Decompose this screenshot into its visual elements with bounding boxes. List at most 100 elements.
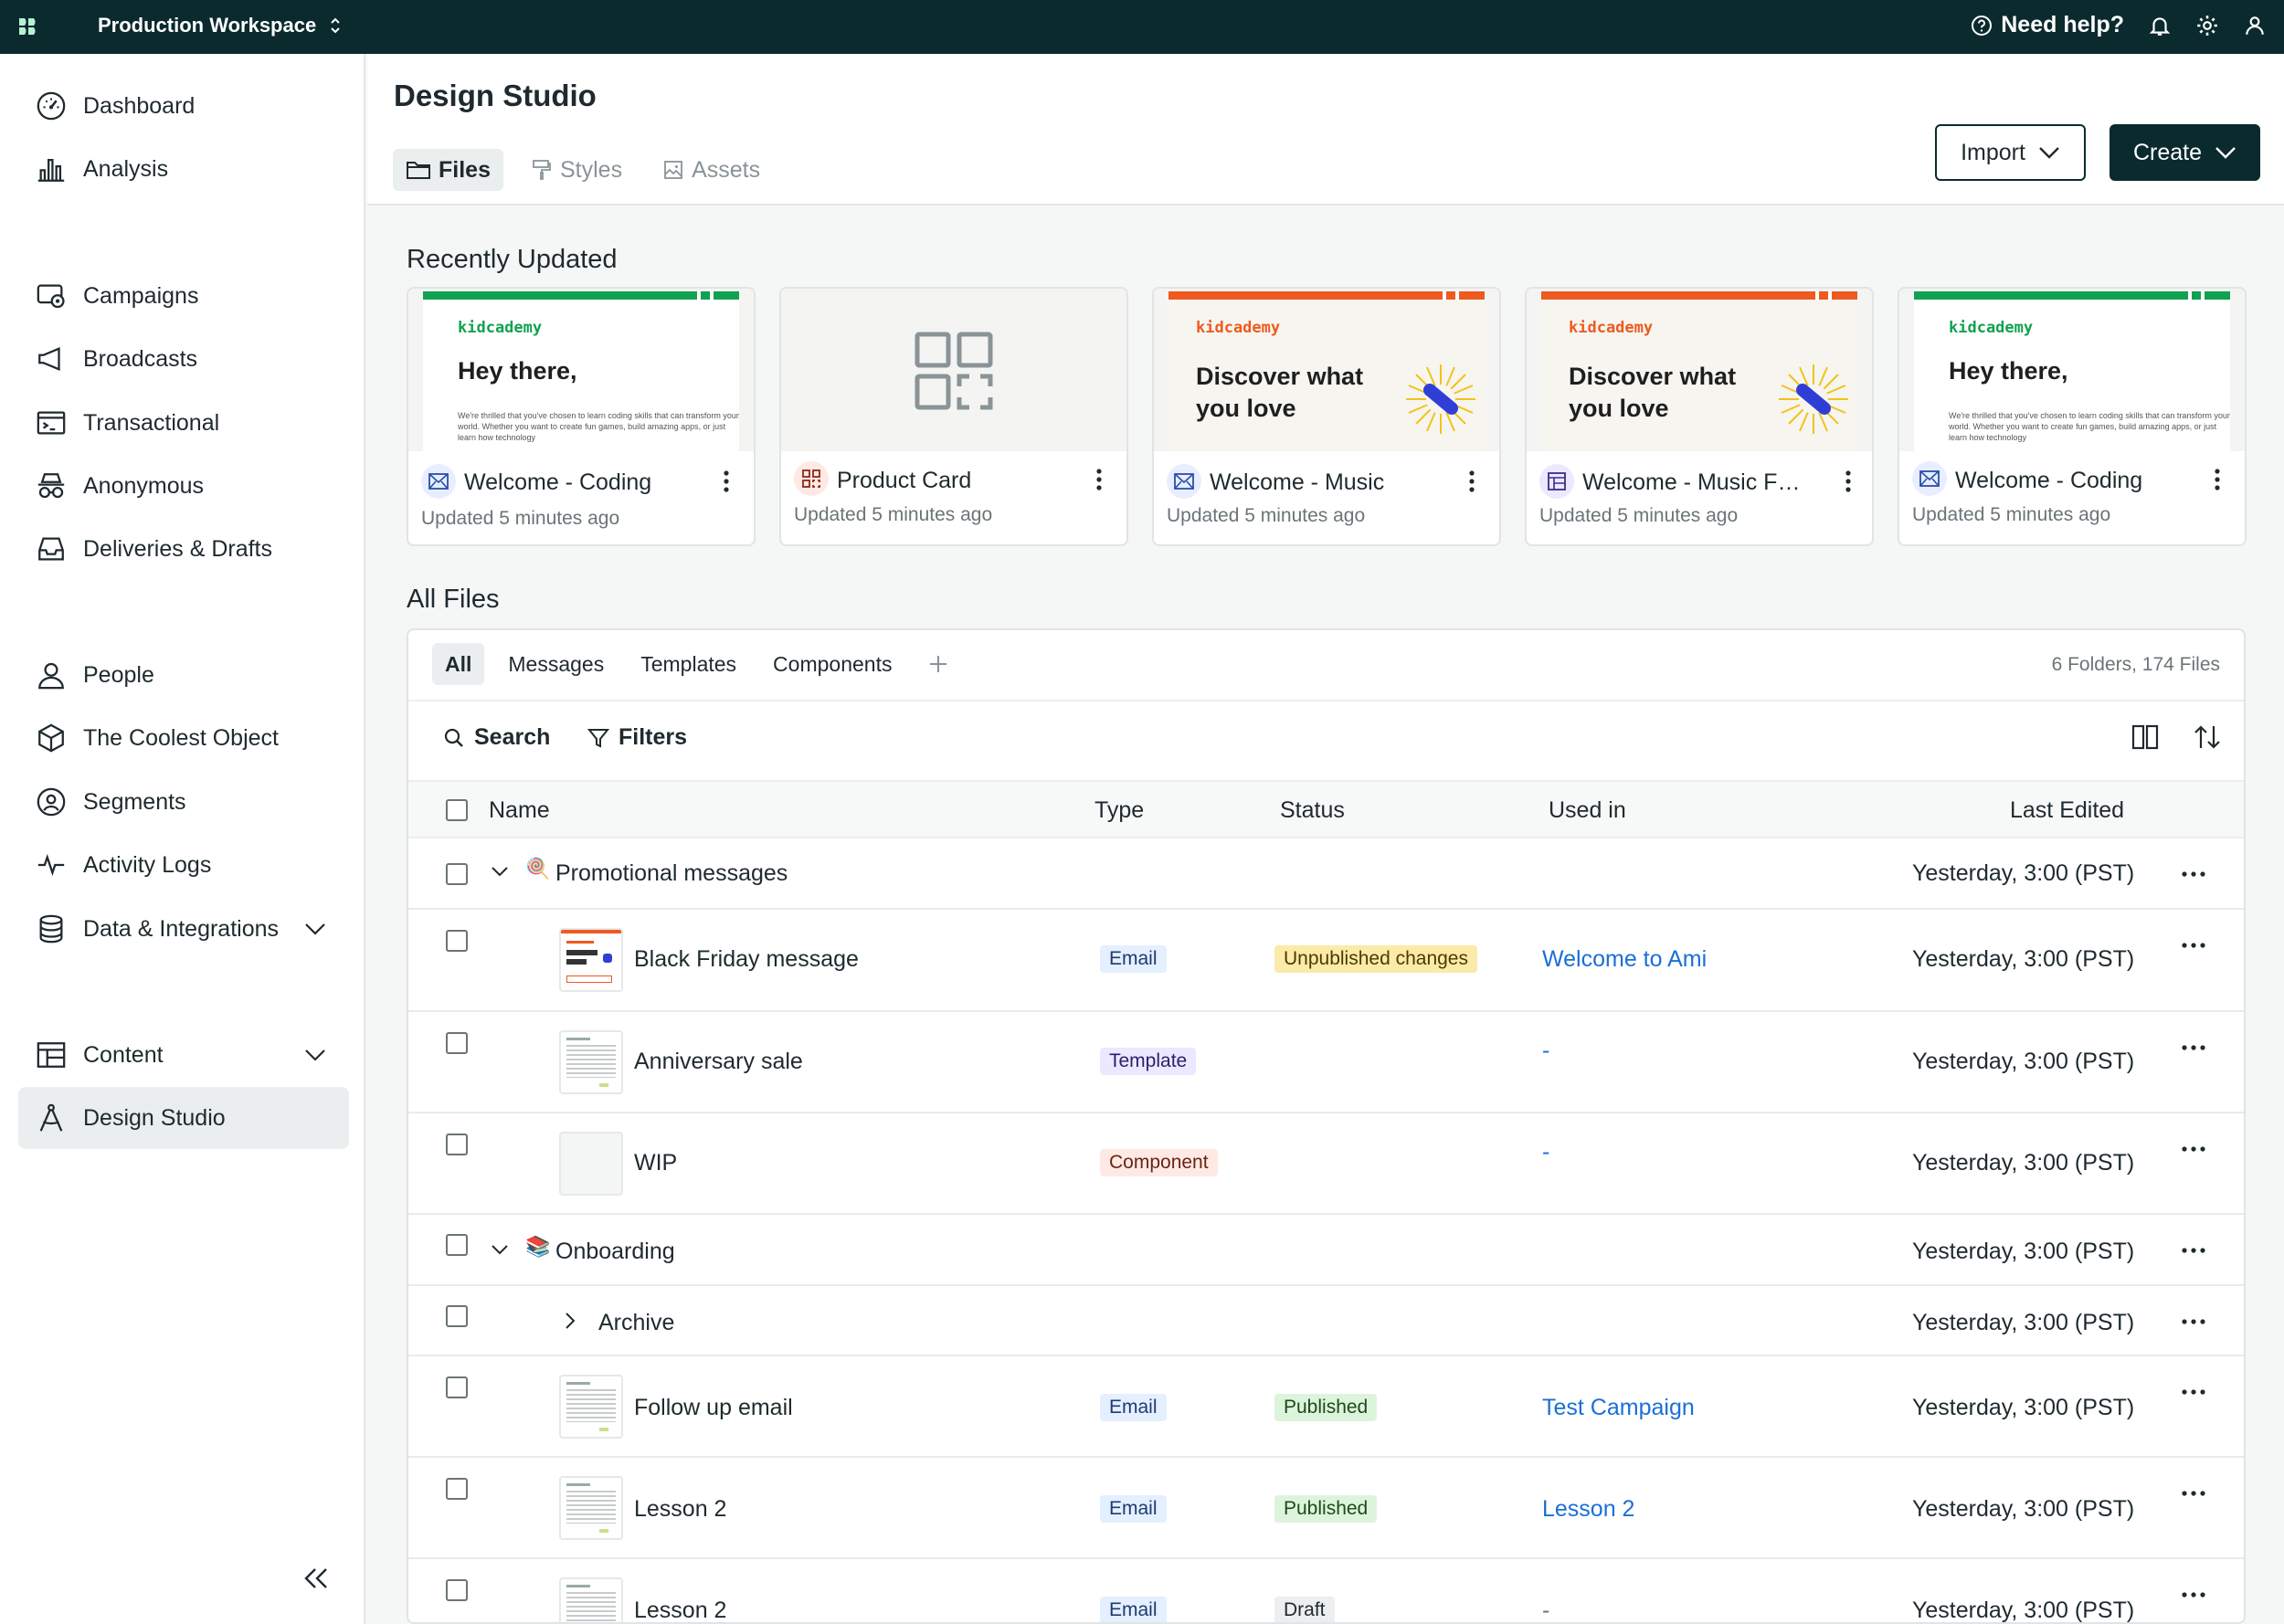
select-all-checkbox[interactable] — [446, 799, 468, 821]
tab-label: Files — [439, 156, 491, 183]
sidebar-item-analysis[interactable]: Analysis — [18, 138, 349, 200]
used-in-link[interactable]: Welcome to Ami — [1542, 946, 1707, 973]
cube-icon — [35, 722, 68, 754]
recent-card[interactable]: kidcademy Discover what you love Welcome… — [1152, 287, 1501, 546]
used-in-link[interactable]: - — [1542, 1038, 1549, 1064]
column-last-edited[interactable]: Last Edited — [2010, 797, 2124, 824]
card-updated: Updated 5 minutes ago — [1912, 504, 2111, 525]
tab-messages[interactable]: Messages — [495, 643, 617, 685]
recent-card[interactable]: kidcademy Hey there, We're thrilled that… — [407, 287, 756, 546]
more-options-icon[interactable] — [2181, 1318, 2206, 1325]
collapse-sidebar-icon[interactable] — [301, 1566, 331, 1591]
sidebar-item-activity-logs[interactable]: Activity Logs — [18, 834, 349, 896]
kebab-menu-icon[interactable] — [1095, 468, 1103, 491]
more-options-icon[interactable] — [2181, 870, 2206, 878]
user-icon[interactable] — [2243, 14, 2267, 37]
create-button[interactable]: Create — [2110, 124, 2260, 181]
row-checkbox[interactable] — [446, 1134, 468, 1155]
email-icon — [421, 464, 456, 499]
row-checkbox[interactable] — [446, 1305, 468, 1327]
chevron-right-icon[interactable] — [564, 1312, 576, 1330]
filters-button[interactable]: Filters — [587, 724, 687, 751]
recent-card[interactable]: kidcademy Discover what you love Welcome… — [1525, 287, 1874, 546]
more-options-icon[interactable] — [2181, 1490, 2206, 1497]
more-options-icon[interactable] — [2181, 1591, 2206, 1598]
table-row[interactable]: Lesson 2 Email Draft - Yesterday, 3:00 (… — [408, 1559, 2244, 1622]
sort-icon[interactable] — [2194, 724, 2221, 750]
table-row[interactable]: Black Friday message Email Unpublished c… — [408, 910, 2244, 1012]
tab-components[interactable]: Components — [760, 643, 904, 685]
tab-templates[interactable]: Templates — [628, 643, 749, 685]
card-name: Welcome - Music — [1210, 469, 1385, 495]
table-row[interactable]: Lesson 2 Email Published Lesson 2 Yester… — [408, 1458, 2244, 1559]
row-checkbox[interactable] — [446, 1579, 468, 1601]
table-row[interactable]: 🍭 Promotional messages Yesterday, 3:00 (… — [408, 838, 2244, 910]
file-thumbnail — [559, 1132, 623, 1196]
sidebar-item-dashboard[interactable]: Dashboard — [18, 75, 349, 137]
chevron-down-icon[interactable] — [491, 1244, 509, 1257]
table-row[interactable]: Follow up email Email Published Test Cam… — [408, 1356, 2244, 1458]
bell-icon[interactable] — [2148, 14, 2172, 37]
sidebar-item-campaigns[interactable]: Campaigns — [18, 265, 349, 327]
column-status[interactable]: Status — [1280, 797, 1345, 824]
more-options-icon[interactable] — [2181, 1044, 2206, 1051]
more-options-icon[interactable] — [2181, 942, 2206, 949]
add-tab-icon[interactable] — [915, 643, 961, 685]
columns-view-icon[interactable] — [2131, 724, 2159, 750]
card-name: Welcome - Music Foll... — [1582, 469, 1811, 495]
workspace-switcher[interactable]: Production Workspace — [98, 14, 342, 37]
tab-assets[interactable]: Assets — [650, 149, 773, 191]
recent-card[interactable]: Product Card Updated 5 minutes ago — [779, 287, 1128, 546]
sidebar-item-people[interactable]: People — [18, 644, 349, 706]
help-button[interactable]: Need help? — [1971, 12, 2124, 38]
sidebar-item-deliveries-drafts[interactable]: Deliveries & Drafts — [18, 518, 349, 580]
used-in-link[interactable]: Lesson 2 — [1542, 1496, 1634, 1523]
recently-updated-title: Recently Updated — [407, 245, 618, 274]
row-checkbox[interactable] — [446, 1234, 468, 1256]
sidebar-item-anonymous[interactable]: Anonymous — [18, 455, 349, 517]
sidebar-item-label: Deliveries & Drafts — [83, 535, 272, 562]
sidebar-item-design-studio[interactable]: Design Studio — [18, 1087, 349, 1149]
sidebar-item-data-integrations[interactable]: Data & Integrations — [18, 898, 349, 960]
kebab-menu-icon[interactable] — [1468, 469, 1475, 493]
kebab-menu-icon[interactable] — [1845, 469, 1852, 493]
column-used-in[interactable]: Used in — [1549, 797, 1626, 824]
chevron-down-icon[interactable] — [303, 918, 327, 940]
table-row[interactable]: Archive Yesterday, 3:00 (PST) — [408, 1286, 2244, 1356]
file-thumbnail — [559, 1030, 623, 1094]
used-in-link[interactable]: - — [1542, 1139, 1549, 1165]
more-options-icon[interactable] — [2181, 1388, 2206, 1396]
gear-icon[interactable] — [2195, 14, 2219, 37]
more-options-icon[interactable] — [2181, 1247, 2206, 1254]
recent-card[interactable]: kidcademy Hey there, We're thrilled that… — [1898, 287, 2247, 546]
kebab-menu-icon[interactable] — [723, 469, 730, 493]
sidebar-item-segments[interactable]: Segments — [18, 771, 349, 833]
sidebar-item-broadcasts[interactable]: Broadcasts — [18, 328, 349, 390]
row-checkbox[interactable] — [446, 1478, 468, 1500]
table-row[interactable]: WIP Component - Yesterday, 3:00 (PST) — [408, 1113, 2244, 1215]
sidebar-item-coolest-object[interactable]: The Coolest Object — [18, 707, 349, 769]
file-count: 6 Folders, 174 Files — [2051, 654, 2220, 675]
kebab-menu-icon[interactable] — [2214, 468, 2221, 491]
tab-all[interactable]: All — [432, 643, 485, 685]
sidebar-item-content[interactable]: Content — [18, 1024, 349, 1086]
more-options-icon[interactable] — [2181, 1145, 2206, 1153]
used-in-link[interactable]: Test Campaign — [1542, 1395, 1695, 1421]
sidebar-item-label: Campaigns — [83, 282, 199, 309]
chevron-down-icon[interactable] — [303, 1044, 327, 1066]
logo-icon[interactable] — [17, 16, 41, 37]
column-name[interactable]: Name — [489, 797, 550, 824]
row-checkbox[interactable] — [446, 1376, 468, 1398]
table-row[interactable]: 📚 Onboarding Yesterday, 3:00 (PST) — [408, 1215, 2244, 1286]
tab-files[interactable]: Files — [393, 149, 503, 191]
tab-styles[interactable]: Styles — [518, 149, 635, 191]
import-button[interactable]: Import — [1935, 124, 2086, 181]
column-type[interactable]: Type — [1094, 797, 1144, 824]
row-checkbox[interactable] — [446, 863, 468, 885]
row-checkbox[interactable] — [446, 930, 468, 952]
sidebar-item-transactional[interactable]: Transactional — [18, 392, 349, 454]
table-row[interactable]: Anniversary sale Template - Yesterday, 3… — [408, 1012, 2244, 1113]
search-button[interactable]: Search — [443, 724, 550, 751]
row-checkbox[interactable] — [446, 1032, 468, 1054]
chevron-down-icon[interactable] — [491, 866, 509, 879]
